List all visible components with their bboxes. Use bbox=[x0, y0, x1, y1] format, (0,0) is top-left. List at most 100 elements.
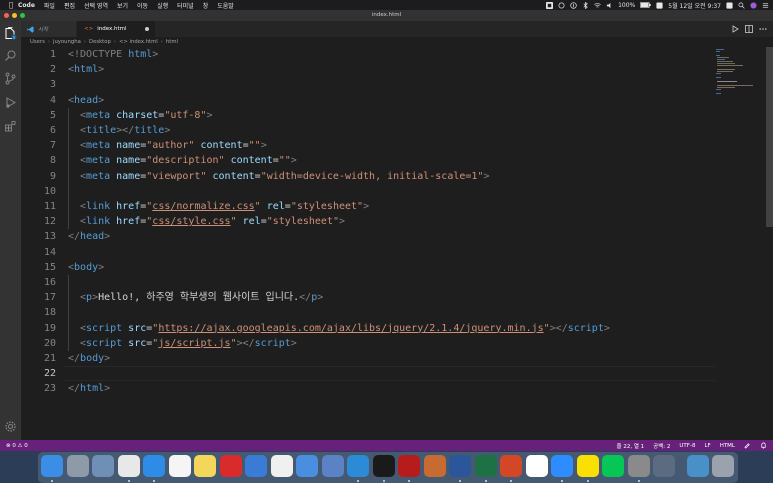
keynote-icon[interactable] bbox=[321, 455, 344, 477]
code-line[interactable]: 12 <link href="css/style.css" rel="styles… bbox=[21, 214, 711, 230]
powerpoint-icon[interactable] bbox=[500, 455, 522, 477]
code-link[interactable]: css/normalize.css bbox=[152, 201, 254, 212]
sheets-icon[interactable] bbox=[525, 455, 548, 477]
close-window-button[interactable] bbox=[4, 13, 9, 18]
code-line[interactable]: 11 <link href="css/normalize.css" rel="st… bbox=[21, 199, 711, 215]
code-line[interactable]: 8 <meta name="description" content=""> bbox=[21, 153, 711, 169]
menu-help[interactable]: 도움말 bbox=[217, 1, 234, 10]
menu-edit[interactable]: 편집 bbox=[64, 1, 75, 10]
siri-icon[interactable] bbox=[750, 1, 757, 9]
minimap[interactable] bbox=[716, 47, 764, 440]
menu-go[interactable]: 이동 bbox=[137, 1, 148, 10]
line-icon[interactable] bbox=[602, 455, 624, 477]
problems-indicator[interactable]: ⊗ 0 ⚠ 0 bbox=[6, 443, 28, 449]
notes-icon[interactable] bbox=[194, 455, 216, 477]
pencil-icon[interactable] bbox=[245, 455, 267, 477]
downloads-icon[interactable] bbox=[686, 455, 709, 477]
excel-icon[interactable] bbox=[474, 455, 497, 477]
indentation-setting[interactable]: 공백: 2 bbox=[653, 442, 670, 450]
user-icon[interactable] bbox=[726, 1, 733, 9]
code-line[interactable]: 7 <meta name="author" content=""> bbox=[21, 138, 711, 154]
dropbox-icon[interactable] bbox=[558, 2, 565, 9]
cursor-position[interactable]: 줄 22, 열 1 bbox=[617, 442, 645, 450]
code-editor[interactable]: 1 <!DOCTYPE html> 2 <html> 3 4 <head> 5 <met… bbox=[21, 47, 773, 440]
code-line[interactable]: 19 <script src="https://ajax.googleapis.c… bbox=[21, 320, 711, 336]
breadcrumb-item[interactable]: <> index.html bbox=[119, 39, 158, 45]
spotlight-icon[interactable] bbox=[738, 2, 745, 9]
trash-icon[interactable] bbox=[712, 455, 734, 477]
reminders-icon[interactable] bbox=[270, 455, 293, 477]
extensions-icon[interactable] bbox=[4, 120, 17, 133]
search-icon[interactable] bbox=[4, 49, 17, 62]
breadcrumb-item[interactable]: Users bbox=[30, 39, 45, 45]
vscode-icon[interactable] bbox=[347, 455, 369, 477]
feedback-icon[interactable] bbox=[744, 442, 751, 449]
zoom-window-button[interactable] bbox=[20, 13, 25, 18]
menu-terminal[interactable]: 터미널 bbox=[177, 1, 194, 10]
volume-icon[interactable] bbox=[606, 2, 613, 9]
code-line[interactable]: 18 bbox=[21, 305, 711, 321]
zoom-icon[interactable] bbox=[551, 455, 573, 477]
menu-window[interactable]: 창 bbox=[203, 1, 209, 10]
scrollbar-thumb[interactable] bbox=[766, 47, 773, 227]
explorer-icon[interactable]: 1 bbox=[4, 27, 17, 40]
calendar-icon[interactable] bbox=[168, 455, 191, 477]
code-line[interactable]: 16 bbox=[21, 275, 711, 291]
xcode-icon[interactable] bbox=[296, 455, 318, 477]
code-line-current[interactable]: 22 bbox=[21, 366, 715, 382]
notification-center-icon[interactable] bbox=[762, 2, 769, 9]
chrome-icon[interactable] bbox=[117, 455, 140, 477]
encoding-setting[interactable]: UTF-8 bbox=[679, 443, 695, 449]
code-line[interactable]: 23 </html> bbox=[21, 381, 711, 396]
run-debug-icon[interactable] bbox=[4, 96, 17, 109]
breadcrumb-item[interactable]: juyoungha bbox=[53, 39, 81, 45]
accessibility-icon[interactable] bbox=[570, 1, 577, 9]
code-line[interactable]: 1 <!DOCTYPE html> bbox=[21, 47, 711, 62]
menu-view[interactable]: 보기 bbox=[117, 1, 128, 10]
code-line[interactable]: 4 <head> bbox=[21, 93, 711, 108]
code-line[interactable]: 6 <title></title> bbox=[21, 123, 711, 139]
source-control-icon[interactable] bbox=[4, 72, 17, 85]
code-link[interactable]: js/script.js bbox=[158, 338, 230, 349]
code-line[interactable]: 20 <script src="js/script.js"></script> bbox=[21, 335, 711, 351]
code-link[interactable]: https://ajax.googleapis.com/ajax/libs/jq… bbox=[158, 323, 543, 334]
clock[interactable]: 5월 12일 오전 9:37 bbox=[668, 1, 721, 10]
manage-gear-icon[interactable] bbox=[4, 420, 17, 433]
macos-icon[interactable] bbox=[423, 455, 446, 477]
run-icon[interactable] bbox=[731, 25, 739, 33]
code-line[interactable]: 3 bbox=[21, 77, 711, 92]
tab-welcome[interactable]: 시작 bbox=[21, 21, 77, 37]
finder-icon[interactable] bbox=[41, 455, 63, 477]
breadcrumb-item[interactable]: Desktop bbox=[89, 39, 111, 45]
code-link[interactable]: css/style.css bbox=[152, 216, 230, 227]
bluetooth-icon[interactable] bbox=[582, 1, 589, 9]
battery-icon[interactable] bbox=[640, 2, 651, 8]
word-icon[interactable] bbox=[449, 455, 471, 477]
editor-scrollbar[interactable] bbox=[766, 47, 773, 440]
tab-index-html[interactable]: <> index.html bbox=[77, 21, 155, 37]
preview-icon[interactable] bbox=[92, 455, 114, 477]
code-line[interactable]: 14 bbox=[21, 245, 711, 260]
code-line[interactable]: 21 </body> bbox=[21, 351, 711, 366]
menu-run[interactable]: 실행 bbox=[157, 1, 168, 10]
code-line[interactable]: 9 <meta name="viewport" content="width=de… bbox=[21, 168, 711, 184]
more-actions-icon[interactable] bbox=[759, 25, 767, 33]
launchpad-icon[interactable] bbox=[66, 455, 89, 477]
terminal-icon[interactable] bbox=[372, 455, 395, 477]
code-line[interactable]: 13 </head> bbox=[21, 229, 711, 244]
unsaved-dot-icon[interactable] bbox=[145, 27, 149, 31]
code-line[interactable]: 15 <body> bbox=[21, 260, 711, 275]
code-line[interactable]: 10 bbox=[21, 183, 711, 199]
language-mode[interactable]: HTML bbox=[720, 443, 735, 449]
grid-icon[interactable] bbox=[546, 1, 554, 9]
scrobbles-icon[interactable] bbox=[219, 455, 242, 477]
kakaotalk-icon[interactable] bbox=[576, 455, 599, 477]
menu-app-name[interactable]: Code bbox=[18, 2, 35, 9]
code-line[interactable]: 5 <meta charset="utf-8"> bbox=[21, 107, 711, 123]
wifi-icon[interactable] bbox=[594, 2, 601, 9]
settings-icon[interactable] bbox=[627, 455, 650, 477]
apple-menu-icon[interactable]:  bbox=[4, 1, 18, 9]
menu-file[interactable]: 파일 bbox=[44, 1, 55, 10]
eol-setting[interactable]: LF bbox=[704, 443, 710, 449]
notifications-bell-icon[interactable] bbox=[760, 442, 767, 449]
